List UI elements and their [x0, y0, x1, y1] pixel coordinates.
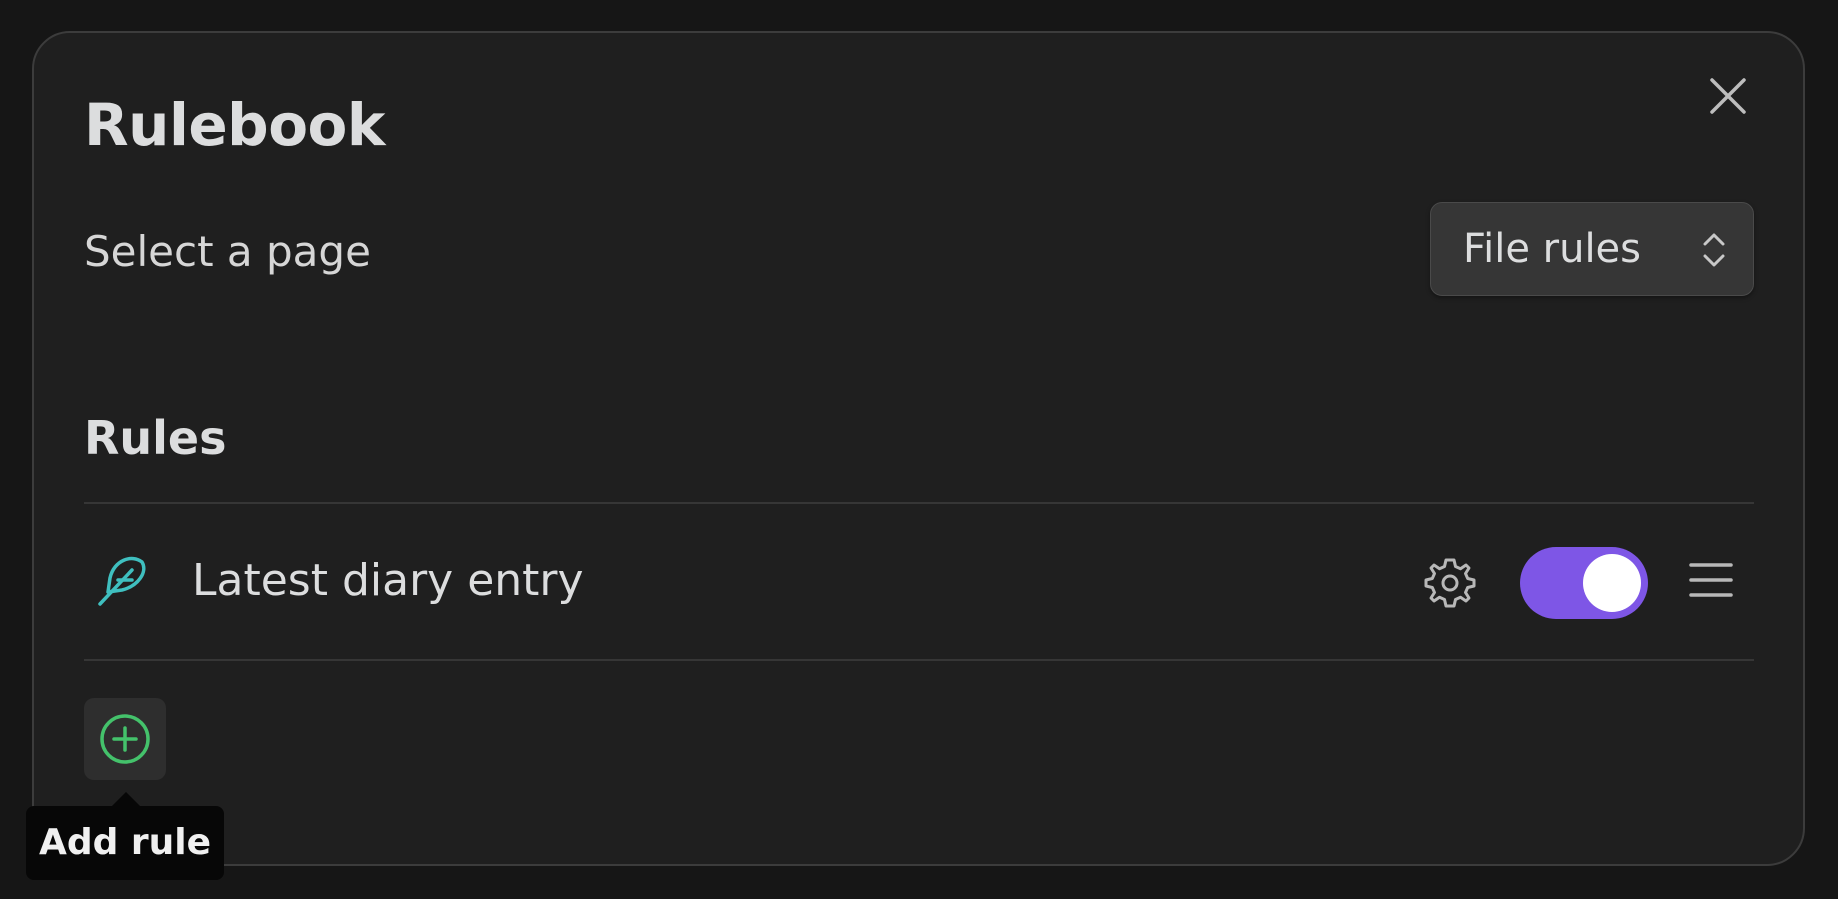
menu-icon[interactable]: [1688, 560, 1734, 600]
page-select-value: File rules: [1463, 226, 1642, 272]
tooltip-text: Add rule: [38, 822, 212, 863]
page-select-dropdown[interactable]: File rules: [1430, 202, 1754, 296]
rules-heading: Rules: [84, 411, 227, 465]
chevron-up-down-icon: [1703, 233, 1725, 267]
add-rule-button[interactable]: [84, 698, 166, 780]
close-button[interactable]: [1706, 74, 1750, 118]
add-rule-tooltip: Add rule: [26, 806, 224, 880]
modal-title: Rulebook: [84, 91, 385, 159]
close-icon: [1710, 78, 1746, 114]
divider: [84, 659, 1754, 661]
tooltip-arrow: [112, 792, 140, 806]
rule-enabled-toggle[interactable]: [1520, 547, 1648, 619]
gear-icon[interactable]: [1424, 557, 1476, 609]
toggle-knob: [1583, 554, 1641, 612]
rule-name: Latest diary entry: [192, 555, 584, 606]
rule-row: Latest diary entry: [84, 504, 1754, 660]
feather-icon: [98, 556, 146, 606]
plus-circle-icon: [100, 714, 150, 764]
page-select-label: Select a page: [84, 227, 371, 276]
